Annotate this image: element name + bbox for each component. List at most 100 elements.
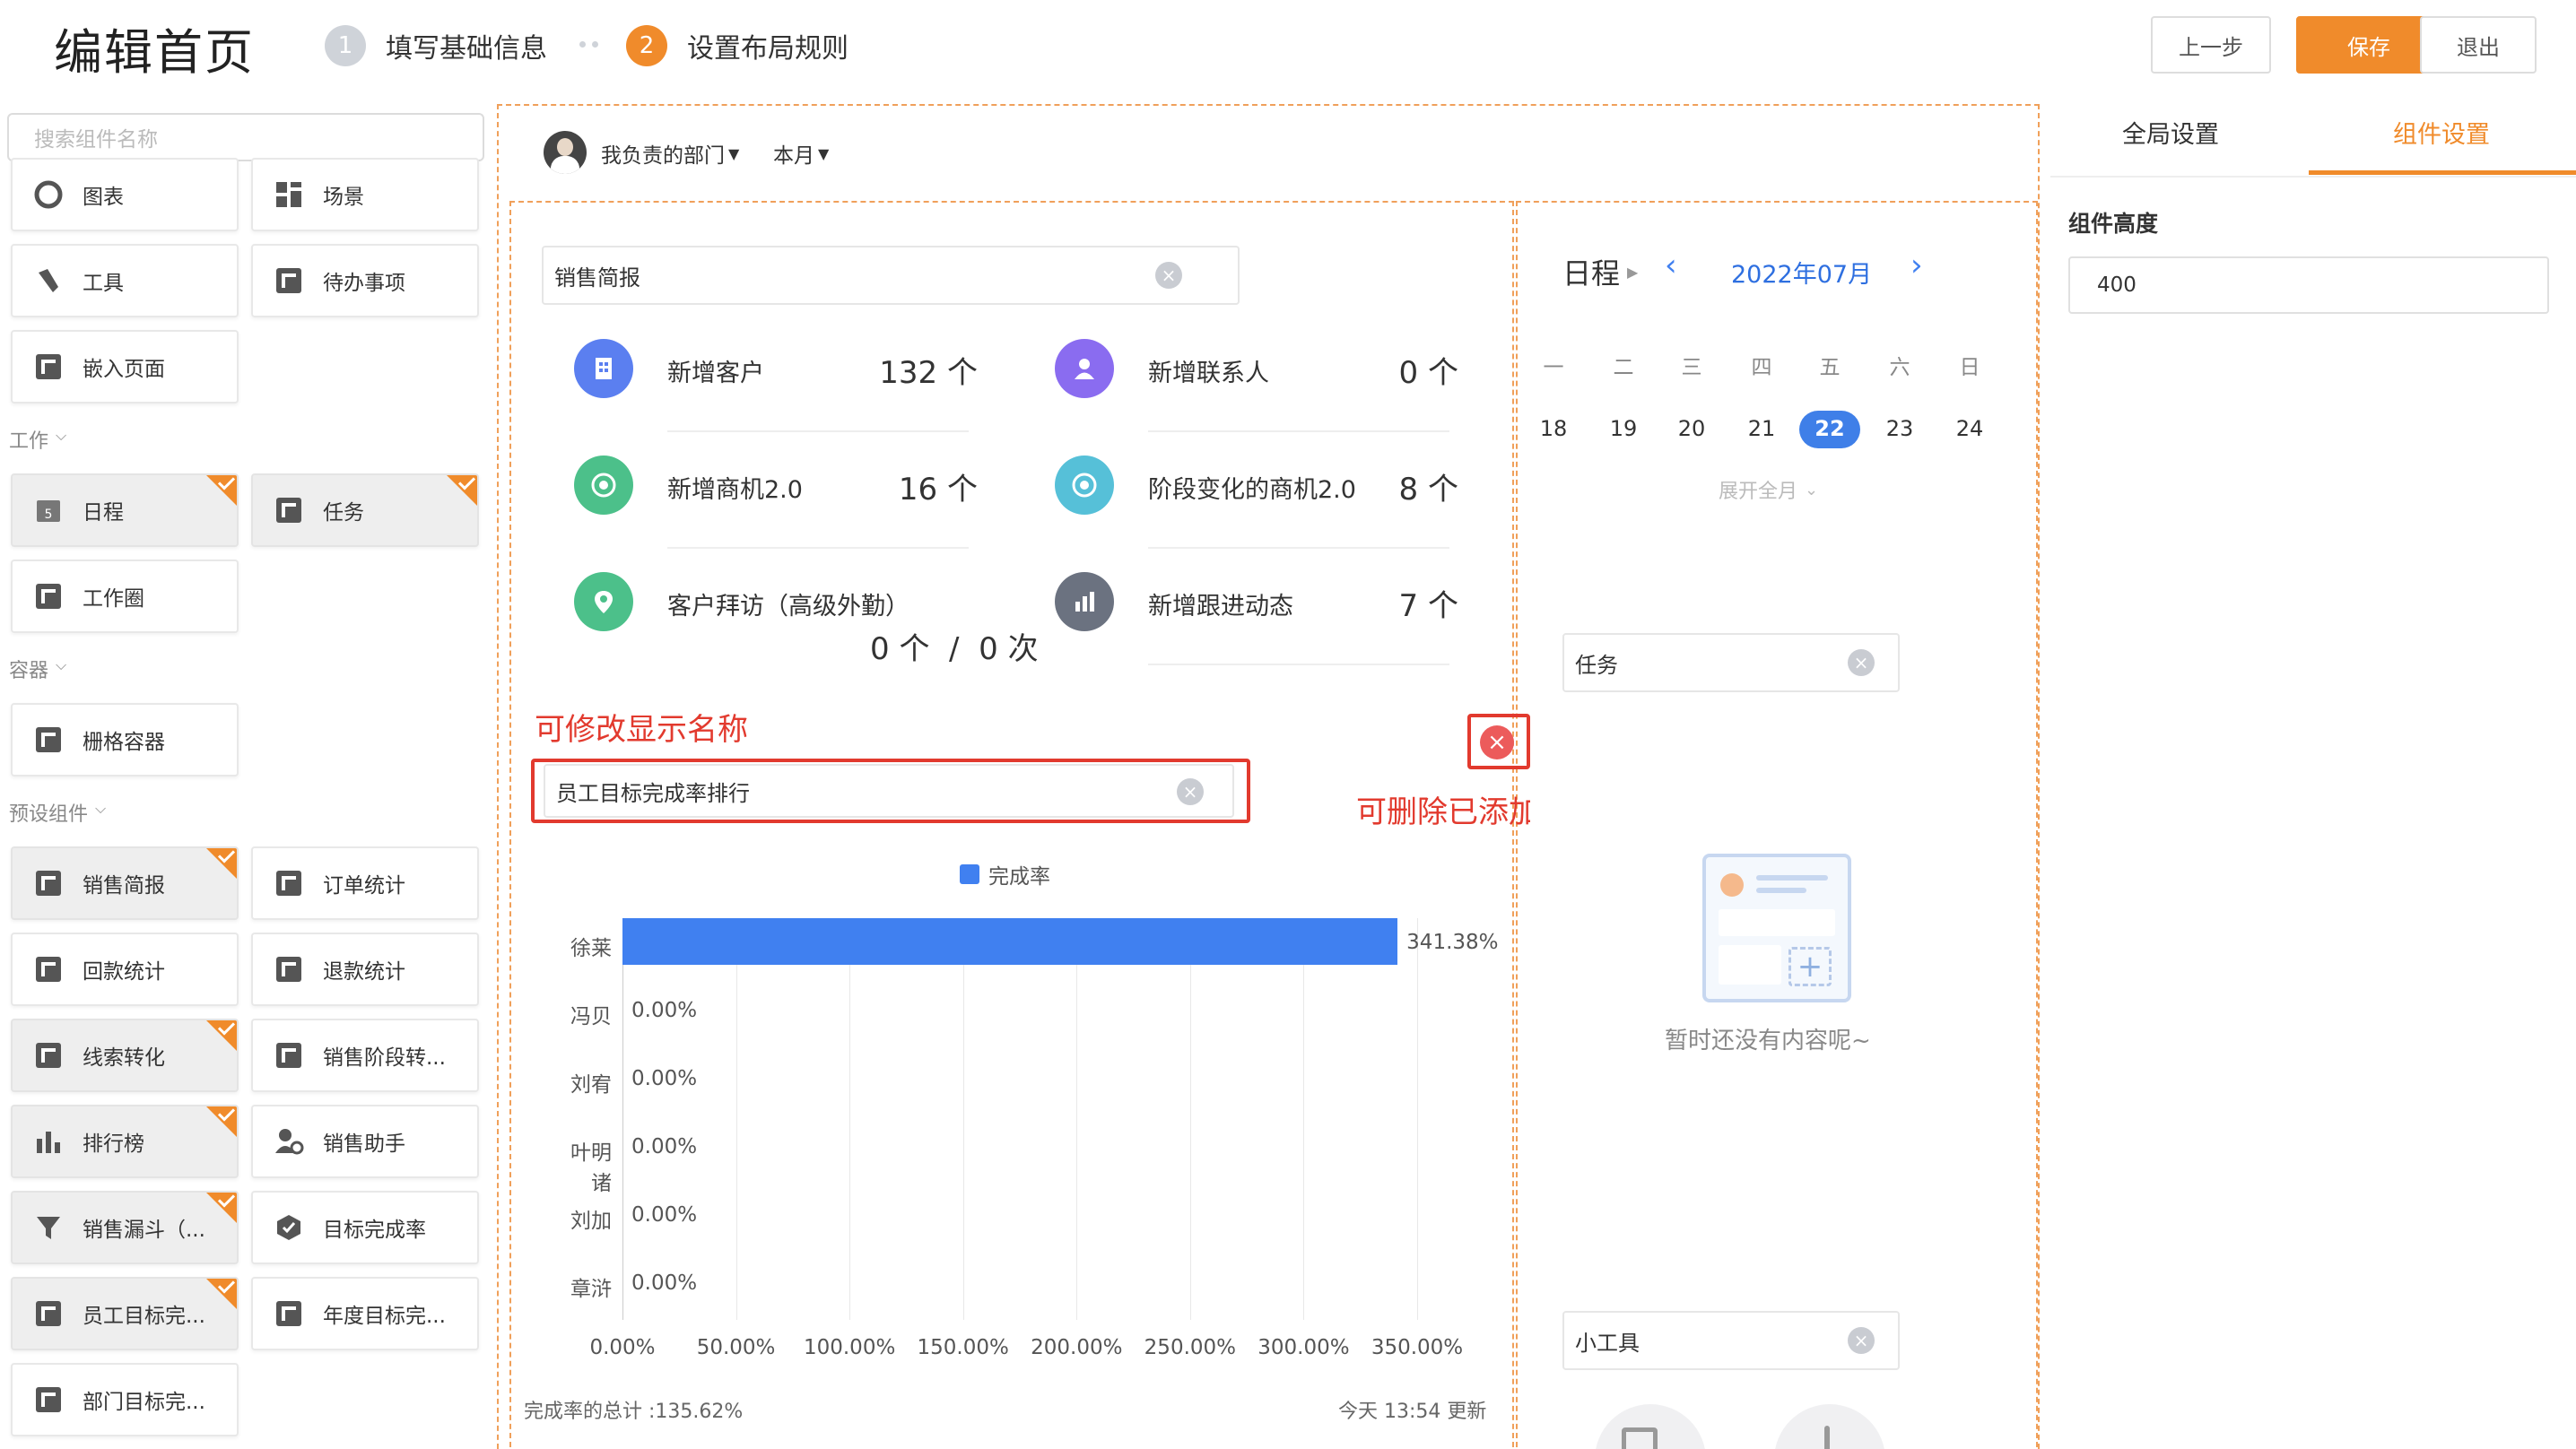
bar-chart-icon [1055,572,1114,631]
funnel-icon [32,1211,65,1244]
employee-ranking-widget[interactable]: 员工目标完成率排行 × 完成率 0.00% 50.00% 100.00% 150.00… [513,742,1501,1449]
component-left-items_top-4[interactable]: 嵌入页面 [11,330,239,403]
component-left-items_top-2[interactable]: 工具 [11,244,239,317]
component-label: 排行榜 [83,1132,144,1156]
tool-app-icon[interactable] [1774,1404,1885,1449]
component-left-preset_items-0[interactable]: 销售简报 [11,846,239,920]
ranking-total: 完成率的总计 :135.62% [524,1401,744,1423]
step-1: 1 填写基础信息 [325,25,547,66]
component-left-preset_items-9[interactable]: 目标完成率 [251,1191,479,1264]
task-widget[interactable]: 任务 × + 暂时还没有内容呢~ [1530,610,2023,1257]
calendar-day[interactable]: 20 [1665,416,1719,441]
component-left-items_top-3[interactable]: 待办事项 [251,244,479,317]
next-month-icon[interactable]: › [1910,247,1923,283]
grid-line [849,918,851,1320]
target-icon [273,1211,305,1244]
widget-icon [32,867,65,899]
group-preset-toggle[interactable]: 预设组件 [9,798,88,827]
delete-widget-icon[interactable]: × [1480,725,1514,759]
grid-line [1076,918,1078,1320]
bar[interactable] [622,918,1398,965]
schedule-widget[interactable]: 日程 ▶ ‹ 2022年07月 › 一二三四五六日 18 19 20 21 22 23 24 … [1530,215,2023,578]
component-left-work_items-2[interactable]: 工作圈 [11,560,239,633]
period-filter-label: 本月 [773,144,814,168]
prev-month-icon[interactable]: ‹ [1665,247,1677,283]
x-tick-label: 0.00% [589,1336,656,1359]
tool-app-icon[interactable] [1595,1404,1706,1449]
calendar-day[interactable]: 21 [1735,416,1788,441]
task-empty-text: 暂时还没有内容呢~ [1665,1028,1871,1054]
component-left-preset_items-1[interactable]: 订单统计 [251,846,479,920]
component-label: 工具 [83,272,124,295]
exit-button[interactable]: 退出 [2420,16,2537,74]
x-tick-label: 100.00% [803,1336,896,1359]
dept-filter-dropdown[interactable]: 我负责的部门 ▼ [601,138,739,169]
sales-brief-widget[interactable]: 销售简报 × 新增客户 132 个新增联系人 0 个新增商机2.0 16 个阶段变化的… [513,215,1509,713]
group-container-toggle[interactable]: 容器 [9,655,48,683]
calendar-day[interactable]: 23 [1873,416,1927,441]
height-label: 组件高度 [2068,211,2159,237]
tabs-divider [2050,176,2576,178]
page-title: 编辑首页 [54,24,255,81]
component-left-work_items-0[interactable]: 5 日程 [11,473,239,547]
calendar-day[interactable]: 22 [1803,416,1857,441]
component-left-preset_items-6[interactable]: 排行榜 [11,1105,239,1178]
assistant-icon [273,1125,305,1158]
calendar-day[interactable]: 24 [1943,416,1997,441]
stat-label: 新增客户 [667,360,764,387]
tab-component-settings[interactable]: 组件设置 [2393,115,2490,150]
component-left-preset_items-11[interactable]: 年度目标完... [251,1277,479,1350]
x-tick-label: 50.00% [696,1336,776,1359]
component-left-preset_items-3[interactable]: 退款统计 [251,933,479,1006]
expand-month-label: 展开全月 [1719,481,1798,503]
grid-line [735,918,737,1320]
calendar-day[interactable]: 19 [1597,416,1650,441]
component-search-input[interactable]: 搜索组件名称 [7,113,484,161]
component-label: 嵌入页面 [83,358,165,381]
tab-global-settings[interactable]: 全局设置 [2122,115,2219,150]
active-tab-indicator [2309,170,2576,175]
opportunity-icon [574,456,633,515]
y-axis-line [622,918,623,1320]
component-left-preset_items-2[interactable]: 回款统计 [11,933,239,1006]
y-category-label: 徐莱 [570,937,612,960]
x-tick-label: 200.00% [1031,1336,1123,1359]
component-left-preset_items-4[interactable]: 线索转化 [11,1019,239,1092]
stat-divider [667,430,969,432]
period-filter-dropdown[interactable]: 本月 ▼ [773,138,829,169]
grid-line [1303,918,1305,1320]
calendar-day[interactable]: 18 [1527,416,1580,441]
component-label: 退款统计 [323,960,405,984]
x-tick-label: 150.00% [917,1336,1009,1359]
component-left-preset_items-8[interactable]: 销售漏斗（... [11,1191,239,1264]
component-left-container_items-0[interactable]: 栅格容器 [11,703,239,777]
expand-month-button[interactable]: 展开全月 ⌄ [1719,475,1818,504]
svg-text:5: 5 [45,508,53,522]
clear-title-icon[interactable]: × [1155,262,1182,289]
component-left-preset_items-5[interactable]: 销售阶段转... [251,1019,479,1092]
tool-icon [32,265,65,297]
component-left-preset_items-7[interactable]: 销售助手 [251,1105,479,1178]
clear-title-icon[interactable]: × [1848,649,1875,676]
component-left-preset_items-12[interactable]: 部门目标完... [11,1363,239,1436]
component-left-items_top-1[interactable]: 场景 [251,158,479,231]
weekday-label: 四 [1751,356,1772,379]
sales-brief-title-input[interactable]: 销售简报 [542,246,1240,305]
component-label: 场景 [323,186,364,209]
schedule-header: 日程 ▶ [1562,251,1638,292]
ranking-updated-time: 今天 13:54 更新 [1338,1401,1487,1423]
step-1-number: 1 [325,25,366,66]
component-left-preset_items-10[interactable]: 员工目标完... [11,1277,239,1350]
height-input[interactable]: 400 [2068,256,2549,314]
step-2-label: 设置布局规则 [687,33,849,65]
stat-divider [1148,547,1449,549]
stat-divider [1148,664,1449,665]
tools-widget[interactable]: 小工具 × [1530,1288,2023,1449]
group-work-toggle[interactable]: 工作 [9,425,48,454]
prev-step-button[interactable]: 上一步 [2151,16,2271,74]
bar-value-label: 0.00% [631,1067,698,1090]
component-label: 订单统计 [323,874,405,898]
component-left-items_top-0[interactable]: 图表 [11,158,239,231]
component-left-work_items-1[interactable]: 任务 [251,473,479,547]
clear-title-icon[interactable]: × [1848,1327,1875,1354]
